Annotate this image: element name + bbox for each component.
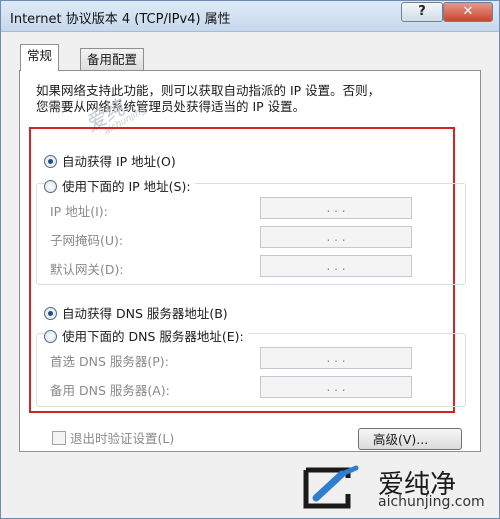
- title-bar[interactable]: Internet 协议版本 4 (TCP/IPv4) 属性 ? ✕: [1, 1, 499, 32]
- radio-checked-icon[interactable]: [44, 307, 57, 320]
- ip-address-value: . . .: [326, 201, 346, 215]
- default-gateway-input[interactable]: . . .: [260, 255, 412, 277]
- tab-general[interactable]: 常规: [20, 44, 60, 71]
- radio-manual-ip-label: 使用下面的 IP 地址(S):: [62, 179, 191, 194]
- radio-auto-ip[interactable]: 自动获得 IP 地址(O): [44, 151, 176, 169]
- radio-manual-dns-label: 使用下面的 DNS 服务器地址(E):: [62, 329, 244, 344]
- default-gateway-value: . . .: [326, 259, 346, 273]
- tab-alternate-config[interactable]: 备用配置: [80, 48, 145, 71]
- ip-address-input[interactable]: . . .: [260, 197, 412, 219]
- validate-on-exit-label: 退出时验证设置(L): [70, 431, 175, 446]
- alternate-dns-value: . . .: [326, 380, 346, 394]
- validate-on-exit-checkbox[interactable]: 退出时验证设置(L): [52, 428, 174, 447]
- checkbox-icon[interactable]: [52, 431, 66, 445]
- preferred-dns-value: . . .: [326, 351, 346, 365]
- default-gateway-label: 默认网关(D):: [50, 262, 124, 277]
- preferred-dns-input[interactable]: . . .: [260, 347, 412, 369]
- radio-manual-dns[interactable]: 使用下面的 DNS 服务器地址(E):: [44, 326, 248, 344]
- radio-checked-icon[interactable]: [44, 155, 57, 168]
- window-title: Internet 协议版本 4 (TCP/IPv4) 属性: [10, 12, 231, 27]
- alternate-dns-input[interactable]: . . .: [260, 376, 412, 398]
- ip-address-label: IP 地址(I):: [50, 204, 108, 219]
- preferred-dns-label: 首选 DNS 服务器(P):: [50, 354, 169, 369]
- help-button[interactable]: ?: [401, 2, 443, 22]
- radio-unchecked-icon[interactable]: [44, 180, 57, 193]
- close-icon: ✕: [462, 4, 474, 19]
- radio-manual-ip[interactable]: 使用下面的 IP 地址(S):: [44, 176, 195, 194]
- radio-auto-dns-label: 自动获得 DNS 服务器地址(B): [62, 306, 228, 321]
- help-icon: ?: [418, 4, 426, 19]
- alternate-dns-label: 备用 DNS 服务器(A):: [50, 383, 170, 398]
- logo-mark-icon: [303, 465, 359, 509]
- subnet-mask-label: 子网掩码(U):: [50, 233, 124, 248]
- advanced-button[interactable]: 高级(V)...: [358, 428, 462, 450]
- close-button[interactable]: ✕: [443, 2, 493, 22]
- radio-unchecked-icon[interactable]: [44, 330, 57, 343]
- subnet-mask-value: . . .: [326, 230, 346, 244]
- site-logo: 爱纯净 aichunjing.com: [300, 462, 498, 516]
- radio-auto-dns[interactable]: 自动获得 DNS 服务器地址(B): [44, 303, 228, 321]
- subnet-mask-input[interactable]: . . .: [260, 226, 412, 248]
- radio-auto-ip-label: 自动获得 IP 地址(O): [62, 154, 176, 169]
- logo-url: aichunjing.com: [378, 494, 485, 510]
